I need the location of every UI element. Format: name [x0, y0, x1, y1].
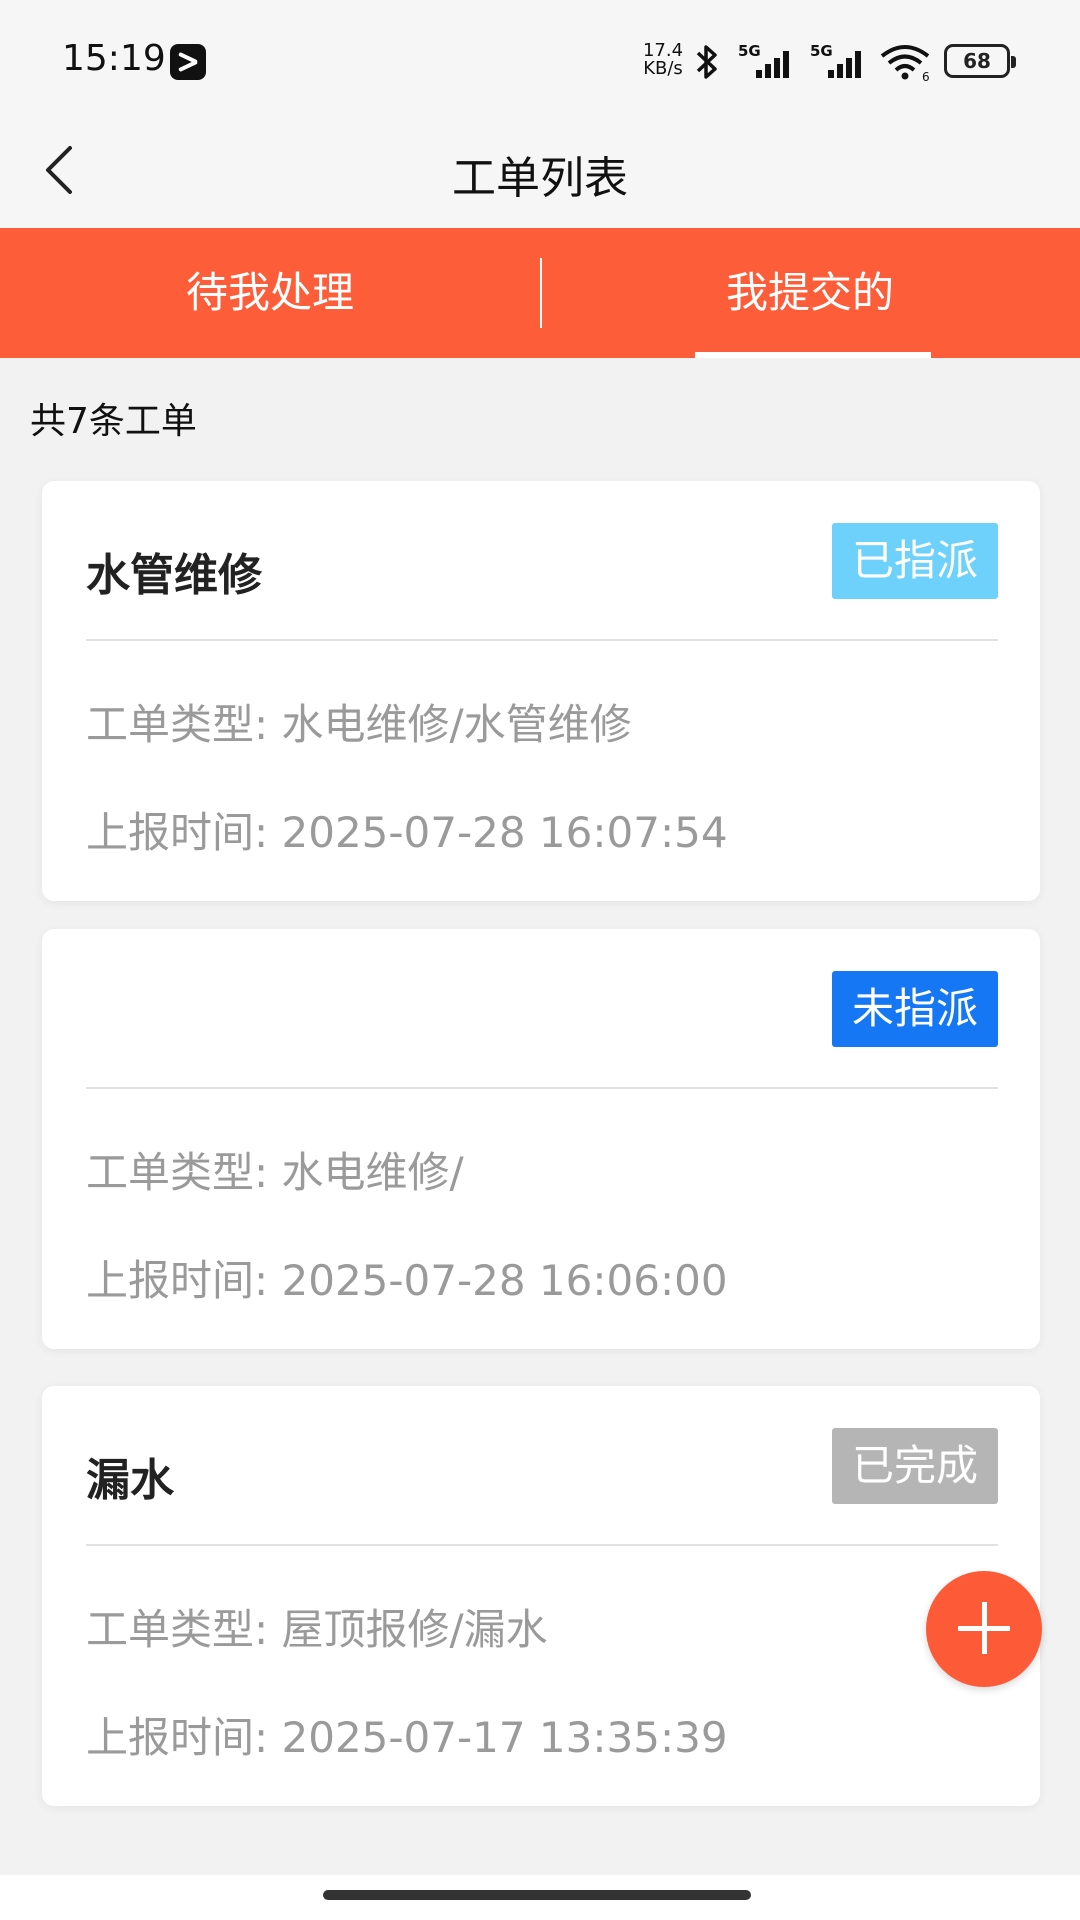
nav-header: 工单列表	[0, 110, 1080, 228]
signal-icon: 5G	[810, 42, 861, 78]
work-order-card[interactable]: 水管维修 已指派 工单类型: 水电维修/水管维修 上报时间: 2025-07-2…	[42, 481, 1040, 901]
page-title: 工单列表	[452, 153, 628, 204]
status-badge: 已完成	[831, 1428, 998, 1504]
order-type: 工单类型: 水电维修/	[86, 1148, 464, 1197]
order-type: 工单类型: 屋顶报修/漏水	[86, 1605, 548, 1654]
status-bar: 15:19 17.4 KB/s 5G 5G 6 68	[0, 0, 1080, 110]
signal-2-label: 5G	[810, 42, 833, 60]
order-type: 工单类型: 水电维修/水管维修	[86, 700, 632, 749]
card-title: 水管维修	[86, 550, 262, 601]
tab-pending[interactable]: 待我处理	[0, 228, 540, 358]
card-divider	[86, 1544, 998, 1546]
signal-icon: 5G	[738, 42, 789, 78]
report-time: 上报时间: 2025-07-28 16:06:00	[86, 1256, 728, 1305]
status-time: 15:19	[62, 38, 166, 79]
tab-submitted[interactable]: 我提交的	[540, 228, 1080, 358]
home-indicator[interactable]	[323, 1890, 751, 1900]
battery-icon: 68	[944, 44, 1016, 78]
add-work-order-button[interactable]	[926, 1571, 1042, 1687]
capcut-icon	[170, 44, 206, 80]
work-order-count: 共7条工单	[30, 401, 197, 442]
work-order-card[interactable]: 未指派 工单类型: 水电维修/ 上报时间: 2025-07-28 16:06:0…	[42, 929, 1040, 1349]
work-order-card[interactable]: 漏水 已完成 工单类型: 屋顶报修/漏水 上报时间: 2025-07-17 13…	[42, 1386, 1040, 1806]
report-time: 上报时间: 2025-07-17 13:35:39	[86, 1713, 728, 1762]
active-tab-indicator	[695, 352, 931, 358]
card-title: 漏水	[86, 1455, 174, 1506]
signal-1-label: 5G	[738, 42, 761, 60]
card-divider	[86, 1087, 998, 1089]
wifi-level: 6	[922, 70, 930, 82]
battery-level: 68	[963, 49, 991, 73]
network-speed: 17.4 KB/s	[638, 42, 688, 78]
bluetooth-icon	[696, 45, 717, 79]
tab-bar: 待我处理 我提交的	[0, 228, 1080, 358]
card-divider	[86, 639, 998, 641]
status-badge: 未指派	[831, 971, 998, 1047]
report-time: 上报时间: 2025-07-28 16:07:54	[86, 808, 728, 857]
wifi-icon: 6	[880, 45, 930, 82]
status-badge: 已指派	[831, 523, 998, 599]
network-speed-unit: KB/s	[643, 58, 683, 79]
